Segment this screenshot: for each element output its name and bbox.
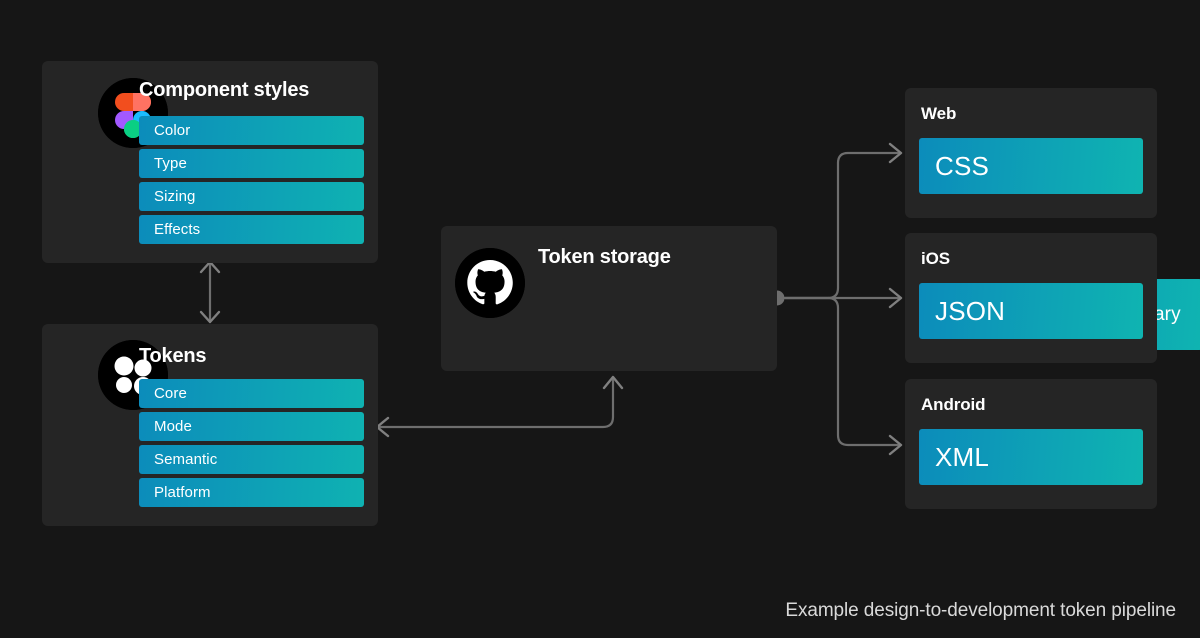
card-output-ios: iOS JSON bbox=[905, 233, 1157, 363]
card-token-storage: Token storage JSON style dictionary bbox=[441, 226, 1200, 371]
component-styles-item-list: Color Type Sizing Effects bbox=[139, 116, 364, 244]
card-output-android: Android XML bbox=[905, 379, 1157, 509]
list-item[interactable]: Platform bbox=[139, 478, 364, 507]
list-item[interactable]: Core bbox=[139, 379, 364, 408]
card-title-token-storage: Token storage bbox=[538, 246, 671, 268]
list-item[interactable]: Color bbox=[139, 116, 364, 145]
diagram-caption: Example design-to-development token pipe… bbox=[785, 600, 1176, 621]
list-item[interactable]: Mode bbox=[139, 412, 364, 441]
list-item[interactable]: Effects bbox=[139, 215, 364, 244]
card-component-styles: Component styles Color Type Sizing Effec… bbox=[42, 61, 378, 263]
tokens-item-list: Core Mode Semantic Platform bbox=[139, 379, 364, 507]
card-title-component-styles: Component styles bbox=[139, 79, 310, 101]
output-platform-label: iOS bbox=[921, 249, 950, 268]
output-format-pill[interactable]: JSON bbox=[919, 283, 1143, 339]
list-item[interactable]: Semantic bbox=[139, 445, 364, 474]
card-tokens: Tokens Core Mode Semantic Platform bbox=[42, 324, 378, 526]
github-logo-icon bbox=[455, 248, 525, 318]
list-item[interactable]: Type bbox=[139, 149, 364, 178]
list-item[interactable]: Sizing bbox=[139, 182, 364, 211]
connector-token-storage-to-web bbox=[783, 142, 903, 300]
output-platform-label: Android bbox=[921, 395, 986, 414]
card-title-tokens: Tokens bbox=[139, 345, 207, 367]
connector-tokens-to-token-storage bbox=[375, 375, 624, 438]
connector-token-storage-to-android bbox=[783, 296, 903, 456]
output-format-pill[interactable]: CSS bbox=[919, 138, 1143, 194]
connector-token-storage-to-ios bbox=[783, 287, 903, 309]
diagram-canvas: Component styles Color Type Sizing Effec… bbox=[0, 0, 1200, 638]
output-platform-label: Web bbox=[921, 104, 957, 123]
connector-component-styles-tokens bbox=[199, 260, 221, 324]
card-output-web: Web CSS bbox=[905, 88, 1157, 218]
output-format-pill[interactable]: XML bbox=[919, 429, 1143, 485]
